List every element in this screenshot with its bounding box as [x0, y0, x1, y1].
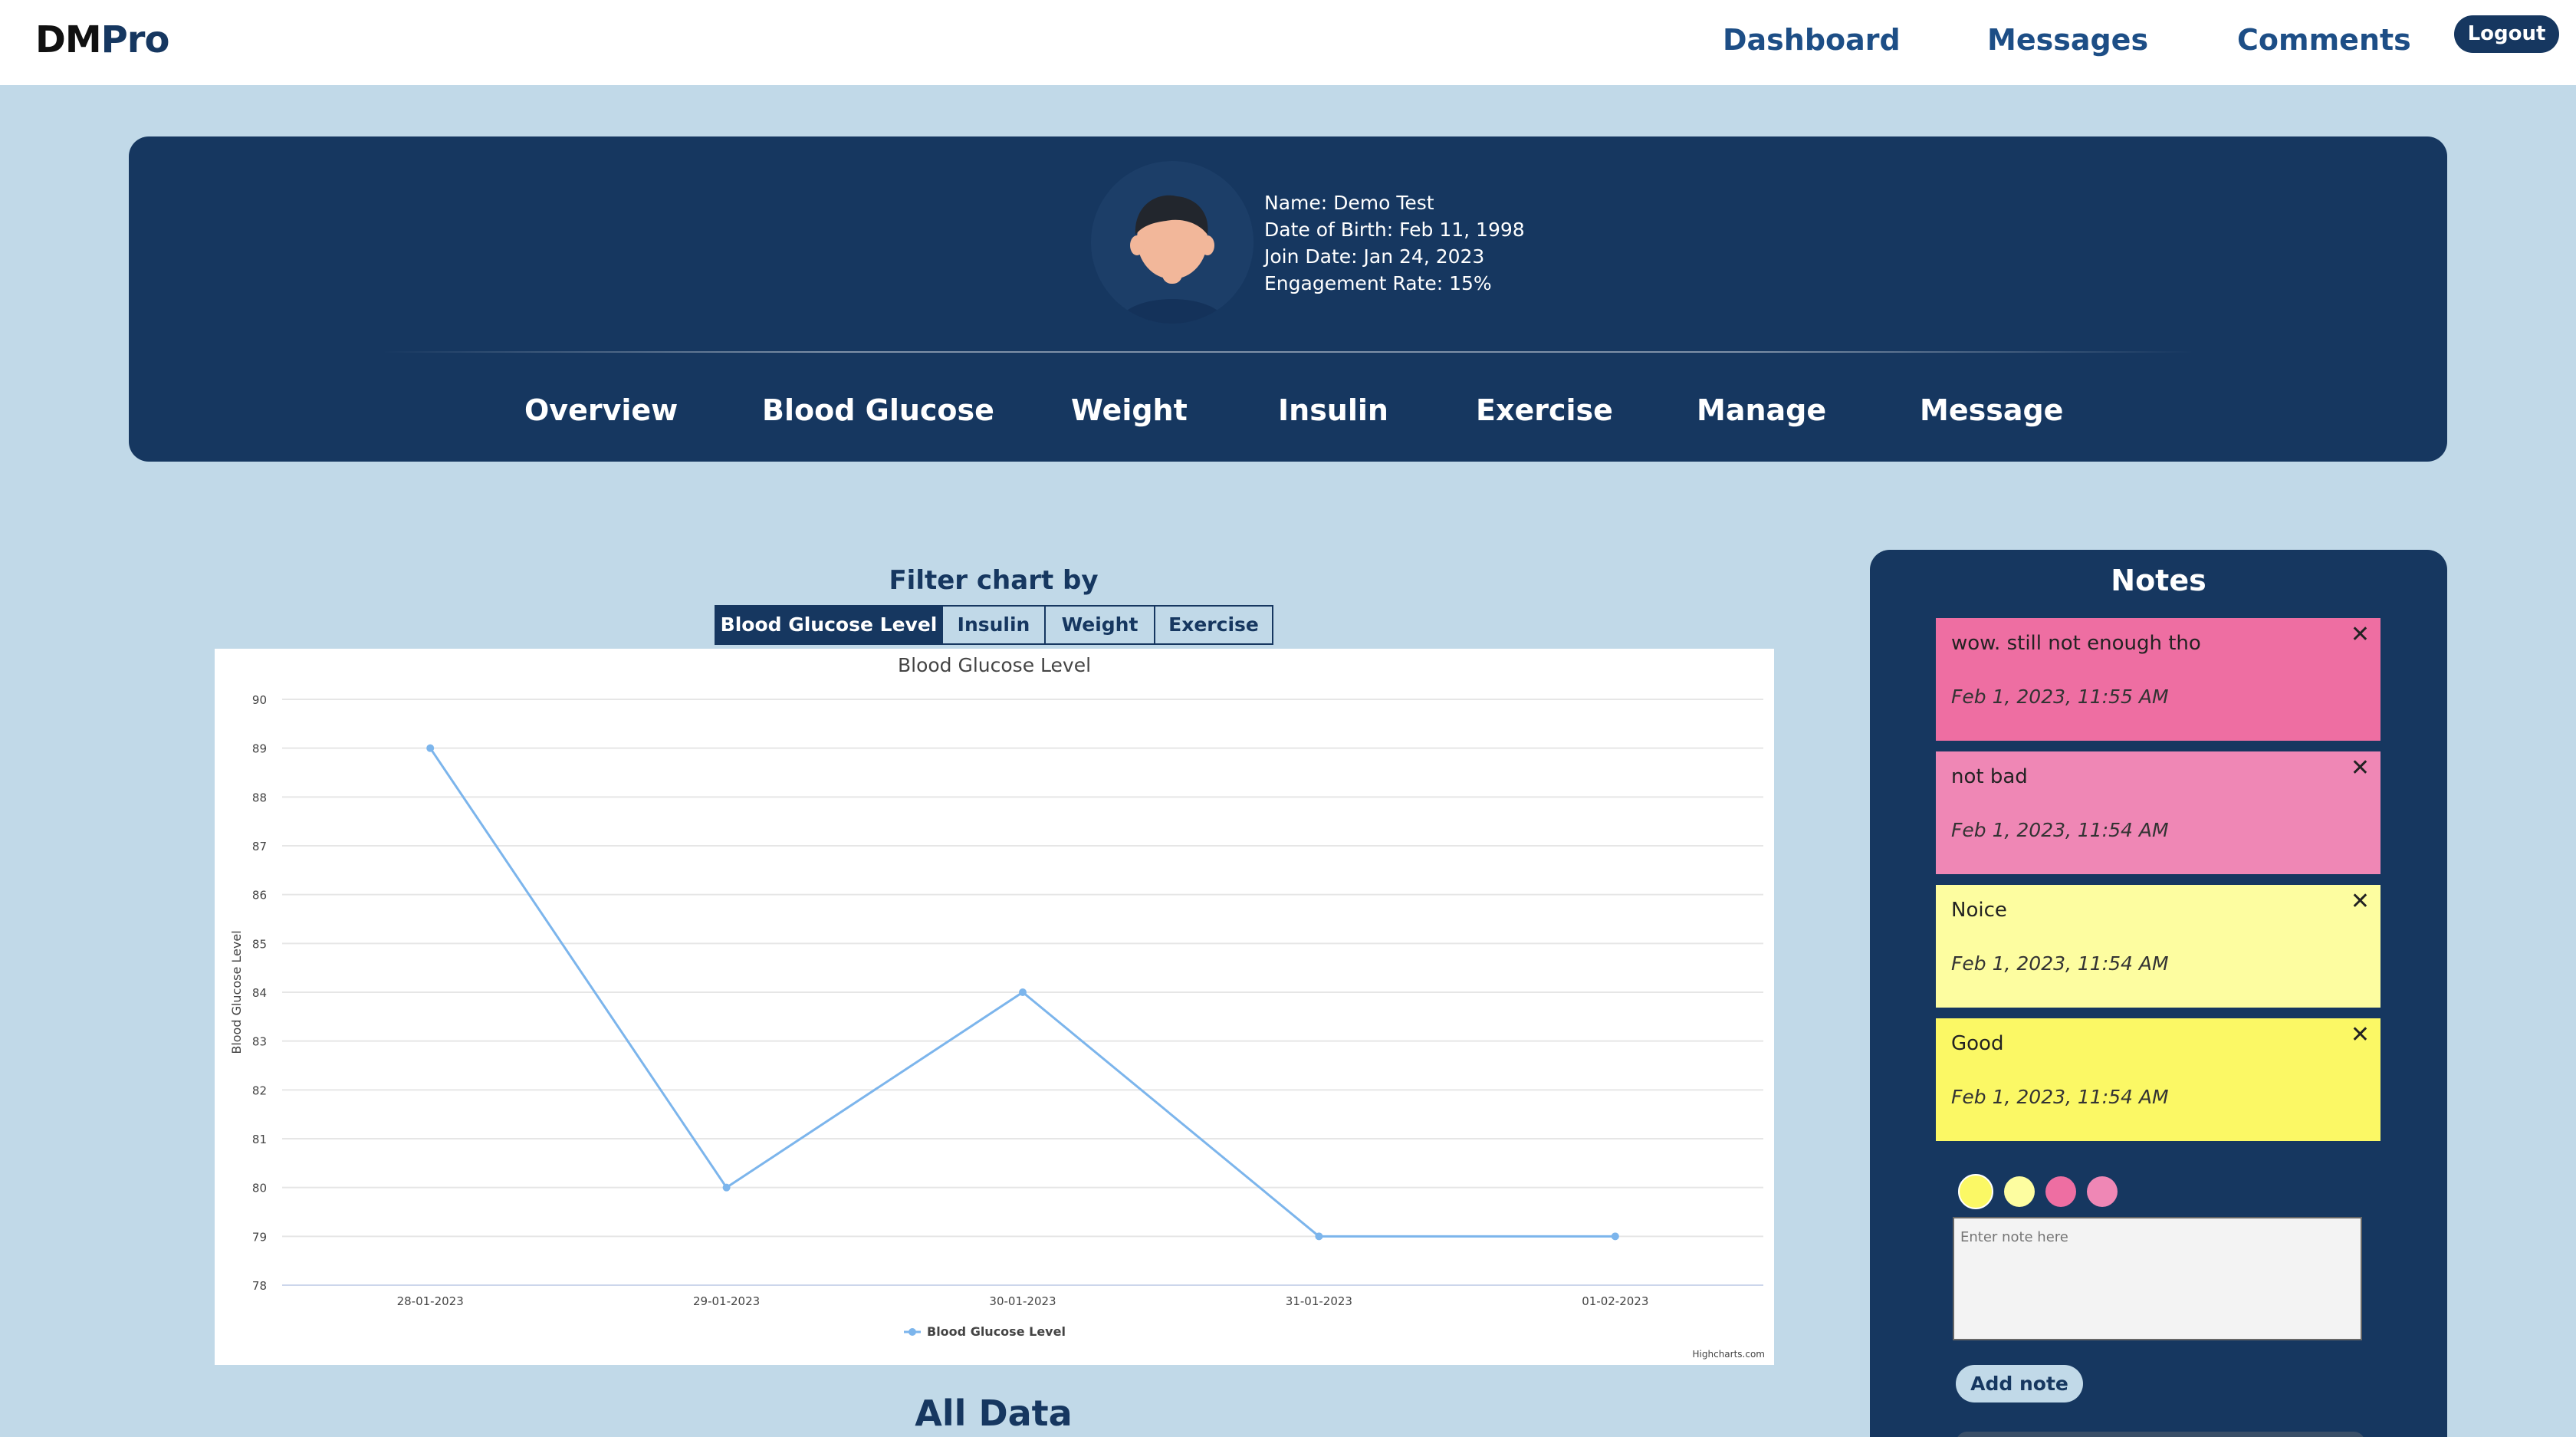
note-date: Feb 1, 2023, 11:54 AM: [1951, 819, 2169, 841]
tab-message[interactable]: Message: [1920, 393, 2063, 427]
close-icon[interactable]: ✕: [2351, 888, 2370, 915]
color-swatch-light-yellow[interactable]: [2004, 1176, 2035, 1207]
note-text: Noice: [1951, 899, 2007, 922]
data-point: [426, 744, 435, 752]
all-data-heading: All Data: [915, 1393, 1073, 1434]
filter-title: Filter chart by: [889, 565, 1099, 596]
y-tick-label: 90: [252, 693, 267, 707]
legend-marker: [909, 1328, 916, 1336]
tab-weight[interactable]: Weight: [1071, 393, 1188, 427]
color-swatch-light-pink[interactable]: [2087, 1176, 2118, 1207]
app-logo[interactable]: DMPro: [35, 18, 169, 61]
data-point: [1019, 988, 1027, 996]
patient-name: Name: Demo Test: [1264, 192, 1434, 214]
note-text: wow. still not enough tho: [1951, 632, 2201, 655]
notes-panel: Notes wow. still not enough tho Feb 1, 2…: [1870, 550, 2447, 1437]
patient-profile-panel: Name: Demo Test Date of Birth: Feb 11, 1…: [129, 136, 2447, 462]
note-card: wow. still not enough tho Feb 1, 2023, 1…: [1936, 618, 2380, 741]
y-tick-label: 82: [252, 1084, 267, 1097]
filter-button-group: Blood Glucose Level Insulin Weight Exerc…: [715, 605, 1273, 645]
nav-messages[interactable]: Messages: [1987, 23, 2148, 57]
chart-credits: Highcharts.com: [1693, 1349, 1765, 1360]
x-tick-label: 28-01-2023: [397, 1294, 464, 1308]
filter-weight-button[interactable]: Weight: [1044, 607, 1154, 643]
note-date: Feb 1, 2023, 11:55 AM: [1951, 686, 2169, 708]
tab-exercise[interactable]: Exercise: [1476, 393, 1613, 427]
filter-blood-glucose-button[interactable]: Blood Glucose Level: [716, 607, 941, 643]
y-tick-label: 83: [252, 1035, 267, 1049]
note-date: Feb 1, 2023, 11:54 AM: [1951, 1086, 2169, 1108]
note-card: Noice Feb 1, 2023, 11:54 AM ✕: [1936, 885, 2380, 1008]
logout-button[interactable]: Logout: [2454, 15, 2559, 53]
y-tick-label: 81: [252, 1133, 267, 1146]
y-tick-label: 85: [252, 937, 267, 951]
color-swatch-pink[interactable]: [2045, 1176, 2076, 1207]
x-tick-label: 29-01-2023: [693, 1294, 760, 1308]
tab-overview[interactable]: Overview: [524, 393, 678, 427]
y-tick-label: 87: [252, 840, 267, 853]
note-input[interactable]: [1953, 1217, 2362, 1340]
filter-insulin-button[interactable]: Insulin: [941, 607, 1044, 643]
close-icon[interactable]: ✕: [2351, 621, 2370, 648]
avatar-person-icon: [1119, 195, 1226, 324]
tab-insulin[interactable]: Insulin: [1278, 393, 1388, 427]
top-navbar: DMPro Dashboard Messages Comments Logout: [0, 0, 2576, 85]
close-icon[interactable]: ✕: [2351, 1021, 2370, 1048]
color-swatch-yellow[interactable]: [1958, 1174, 1993, 1209]
data-point: [1611, 1232, 1619, 1241]
x-tick-label: 31-01-2023: [1286, 1294, 1352, 1308]
note-text: Good: [1951, 1032, 2004, 1055]
y-tick-label: 86: [252, 889, 267, 903]
close-icon[interactable]: ✕: [2351, 755, 2370, 781]
y-axis-title: Blood Glucose Level: [229, 930, 244, 1054]
nav-comments[interactable]: Comments: [2237, 23, 2411, 57]
y-tick-label: 78: [252, 1279, 267, 1293]
data-point: [1315, 1232, 1323, 1241]
logo-dm: DM: [35, 18, 102, 61]
x-tick-label: 30-01-2023: [989, 1294, 1056, 1308]
tab-blood-glucose[interactable]: Blood Glucose: [762, 393, 994, 427]
nav-dashboard[interactable]: Dashboard: [1723, 23, 1901, 57]
y-tick-label: 89: [252, 742, 267, 756]
legend-label: Blood Glucose Level: [927, 1324, 1066, 1339]
profile-divider: [382, 351, 2194, 353]
chart-svg: Blood Glucose Level 90 89 88 87 86 85 84 83 82 81 8…: [229, 654, 1765, 1360]
y-tick-label: 80: [252, 1182, 267, 1195]
notes-title: Notes: [2111, 564, 2206, 597]
filter-exercise-button[interactable]: Exercise: [1154, 607, 1272, 643]
note-card: Good Feb 1, 2023, 11:54 AM ✕: [1936, 1018, 2380, 1141]
y-tick-label: 88: [252, 791, 267, 804]
note-card: not bad Feb 1, 2023, 11:54 AM ✕: [1936, 751, 2380, 874]
patient-join-date: Join Date: Jan 24, 2023: [1264, 245, 1485, 268]
tab-manage[interactable]: Manage: [1697, 393, 1826, 427]
patient-info: Name: Demo Test Date of Birth: Feb 11, 1…: [1264, 189, 1525, 297]
patient-dob: Date of Birth: Feb 11, 1998: [1264, 219, 1525, 241]
x-tick-label: 01-02-2023: [1582, 1294, 1648, 1308]
data-point: [722, 1183, 731, 1192]
y-tick-label: 84: [252, 986, 267, 1000]
note-date: Feb 1, 2023, 11:54 AM: [1951, 952, 2169, 975]
y-tick-label: 79: [252, 1230, 267, 1244]
notes-footer-element: [1956, 1432, 2365, 1437]
note-text: not bad: [1951, 765, 2028, 788]
add-note-button[interactable]: Add note: [1956, 1365, 2083, 1402]
avatar: [1091, 161, 1254, 324]
logo-pro: Pro: [100, 18, 170, 61]
blood-glucose-chart: Blood Glucose Level 90 89 88 87 86 85 84 83 82 81 8…: [215, 649, 1774, 1365]
patient-engagement: Engagement Rate: 15%: [1264, 272, 1492, 294]
chart-title: Blood Glucose Level: [898, 654, 1091, 676]
